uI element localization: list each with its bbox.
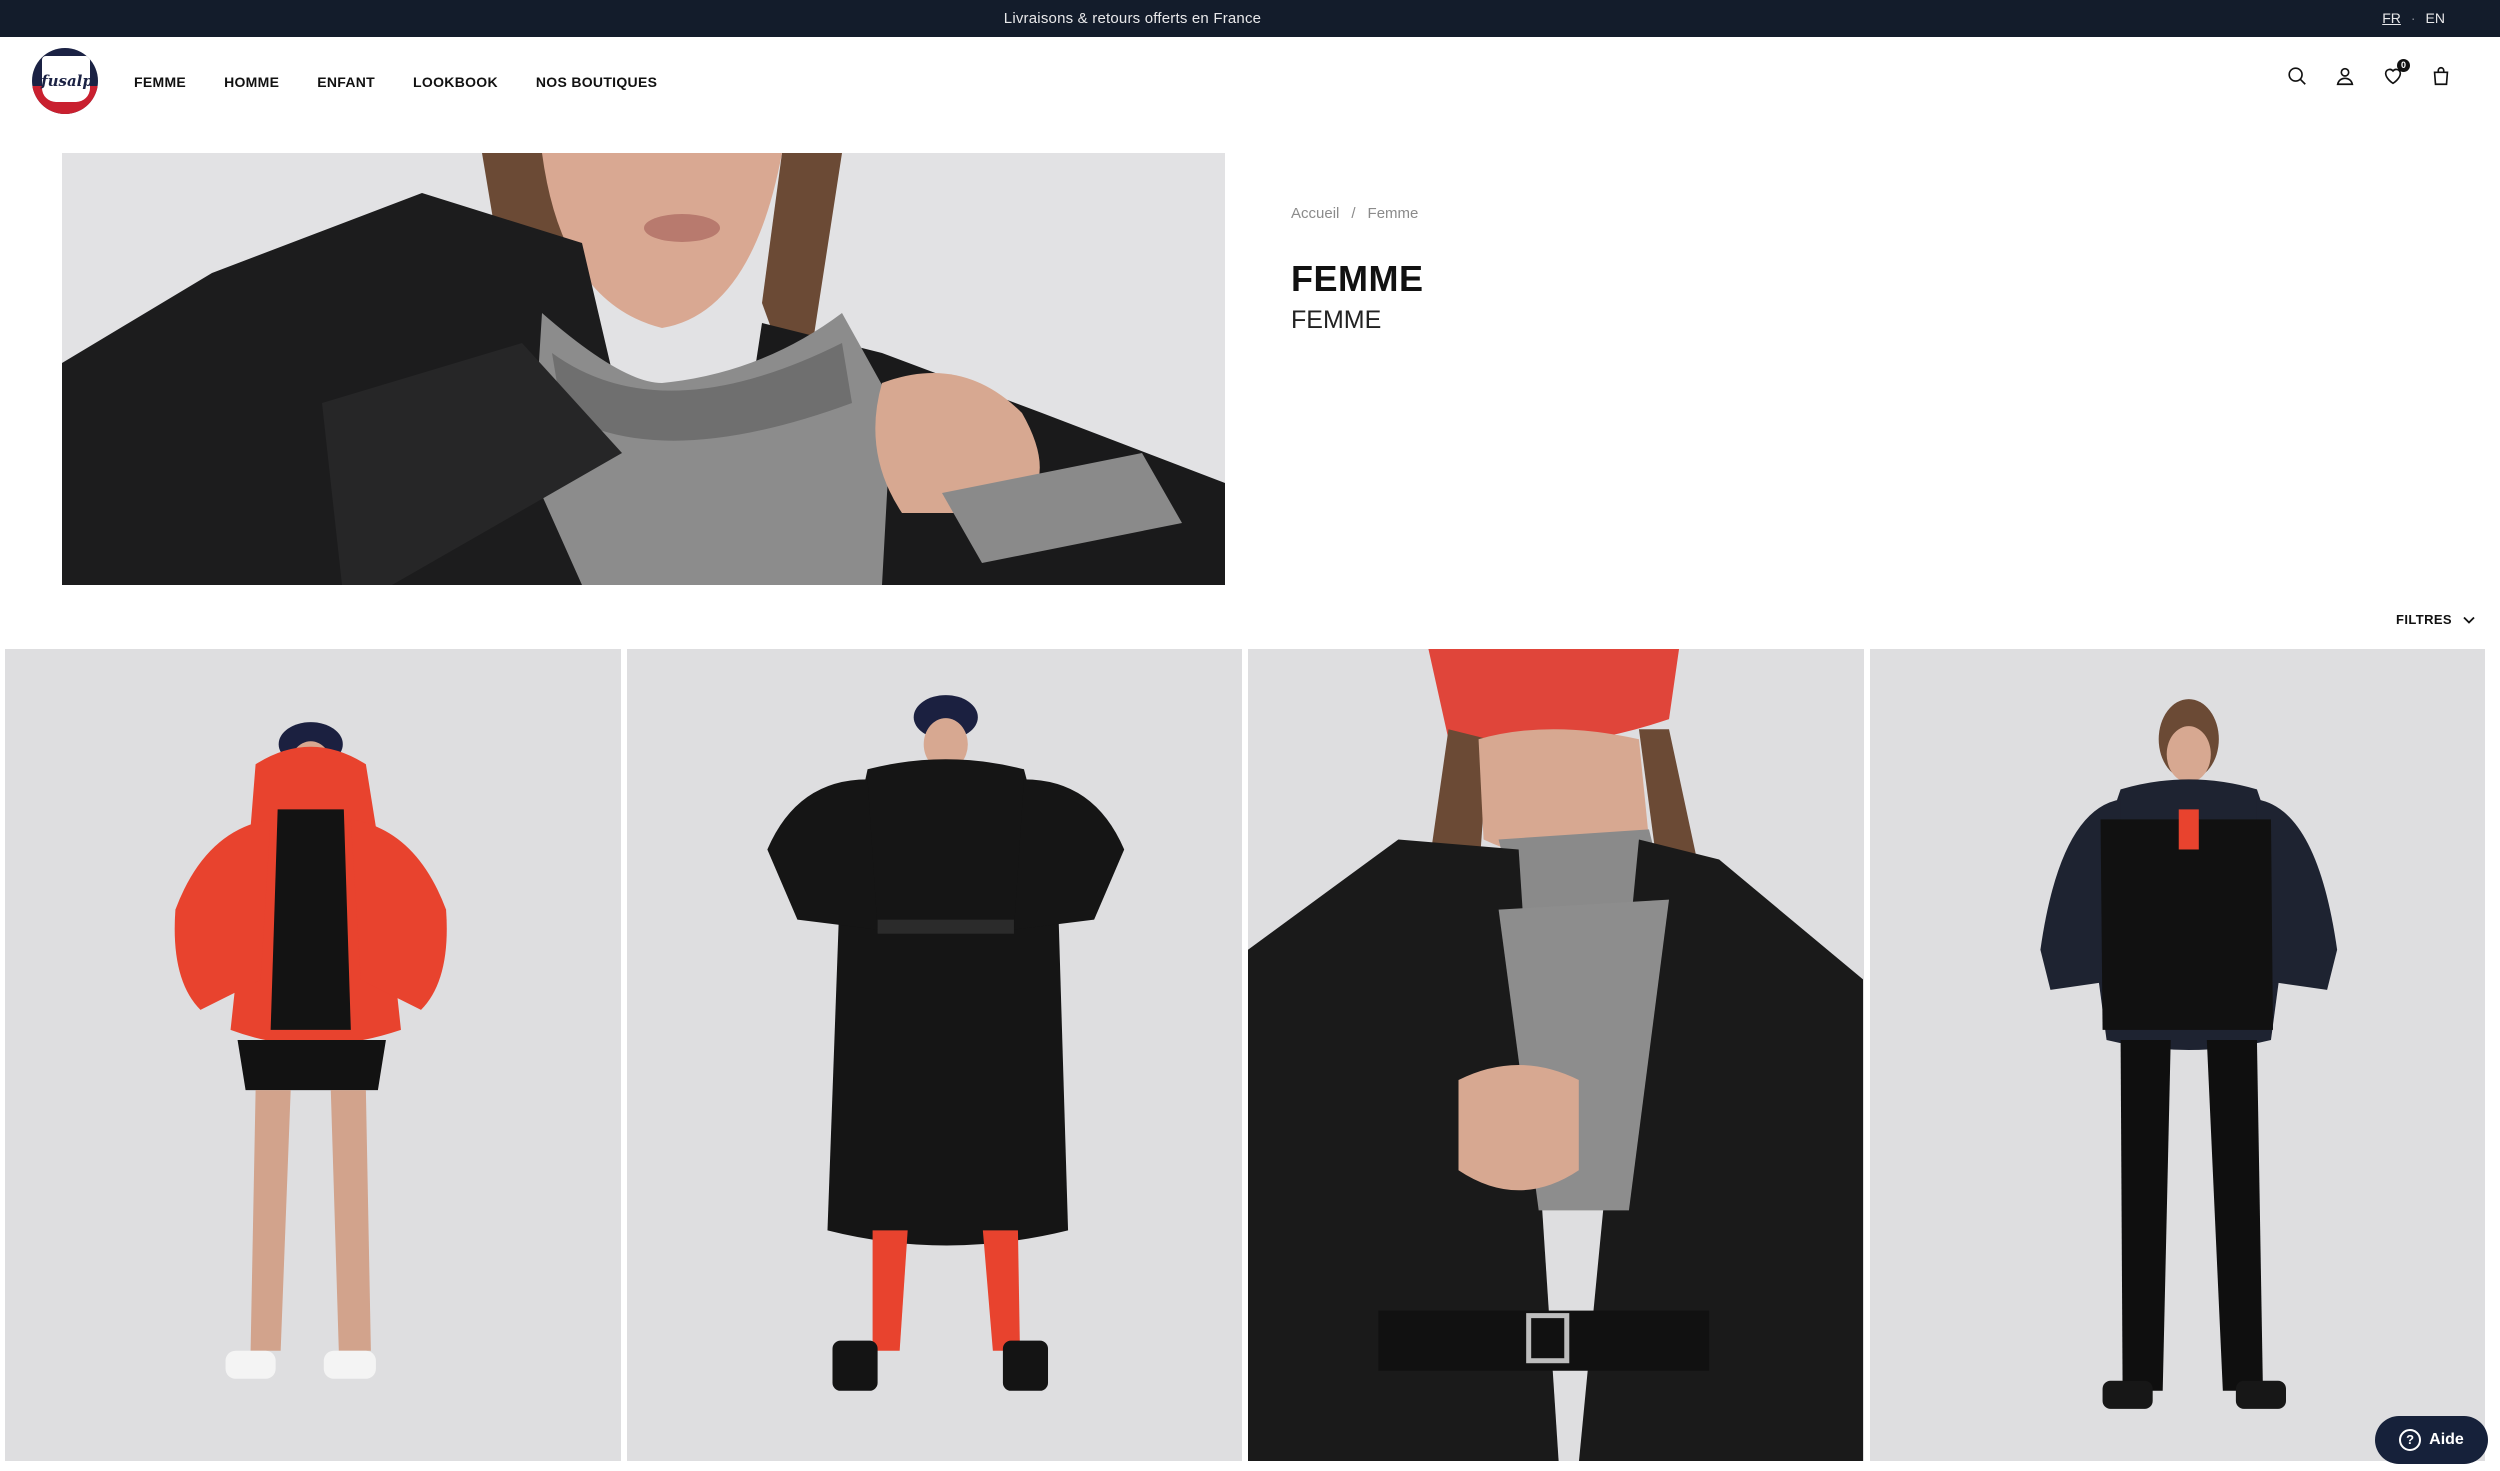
- nav-lookbook[interactable]: LOOKBOOK: [413, 74, 498, 90]
- heart-icon[interactable]: 0: [2382, 59, 2410, 87]
- product-card[interactable]: [626, 649, 1242, 1461]
- product-image: [626, 649, 1242, 1461]
- language-en[interactable]: EN: [2426, 0, 2445, 37]
- nav-femme[interactable]: FEMME: [134, 74, 186, 90]
- nav-enfant[interactable]: ENFANT: [317, 74, 375, 90]
- filters-toggle[interactable]: FILTRES: [2396, 612, 2476, 627]
- search-icon[interactable]: [2286, 65, 2308, 87]
- header-actions: 0: [2286, 59, 2452, 87]
- breadcrumb-separator: /: [1351, 205, 1356, 222]
- breadcrumb-home[interactable]: Accueil: [1291, 205, 1339, 222]
- category-hero-image: [62, 153, 1225, 585]
- language-fr[interactable]: FR: [2382, 0, 2401, 37]
- announcement-bar: Livraisons & retours offerts en France F…: [0, 0, 2500, 37]
- user-icon[interactable]: [2334, 65, 2356, 87]
- help-icon: ?: [2399, 1429, 2422, 1451]
- help-label: Aide: [2429, 1431, 2464, 1448]
- product-image: [5, 649, 621, 1461]
- brand-logo[interactable]: fusalp: [32, 48, 98, 114]
- page-title: FEMME: [1291, 258, 1424, 299]
- hero-photo: [62, 153, 1225, 585]
- product-card[interactable]: [1248, 649, 1864, 1461]
- breadcrumb: Accueil / Femme: [1291, 205, 1418, 222]
- language-separator: ·: [2410, 10, 2416, 26]
- language-switcher: FR · EN: [2382, 0, 2445, 37]
- product-image: [1248, 649, 1864, 1461]
- wishlist-count-badge: 0: [2397, 59, 2410, 72]
- breadcrumb-current: Femme: [1367, 205, 1419, 222]
- nav-nos-boutiques[interactable]: NOS BOUTIQUES: [536, 74, 657, 90]
- page-subtitle: FEMME: [1291, 306, 1382, 334]
- announcement-text: Livraisons & retours offerts en France: [1003, 10, 1262, 27]
- product-grid: [5, 649, 2485, 1461]
- site-header: fusalp FEMME HOMME ENFANT LOOKBOOK NOS B…: [0, 37, 2500, 127]
- logo-wordmark: fusalp: [41, 72, 93, 90]
- main-nav: FEMME HOMME ENFANT LOOKBOOK NOS BOUTIQUE…: [134, 37, 657, 127]
- filters-label: FILTRES: [2396, 612, 2452, 627]
- help-button[interactable]: ? Aide: [2375, 1416, 2488, 1464]
- product-image: [1869, 649, 2485, 1461]
- bag-icon[interactable]: [2430, 65, 2452, 87]
- product-card[interactable]: [1869, 649, 2485, 1461]
- nav-homme[interactable]: HOMME: [224, 74, 279, 90]
- product-card[interactable]: [5, 649, 621, 1461]
- chevron-down-icon: [2463, 616, 2475, 624]
